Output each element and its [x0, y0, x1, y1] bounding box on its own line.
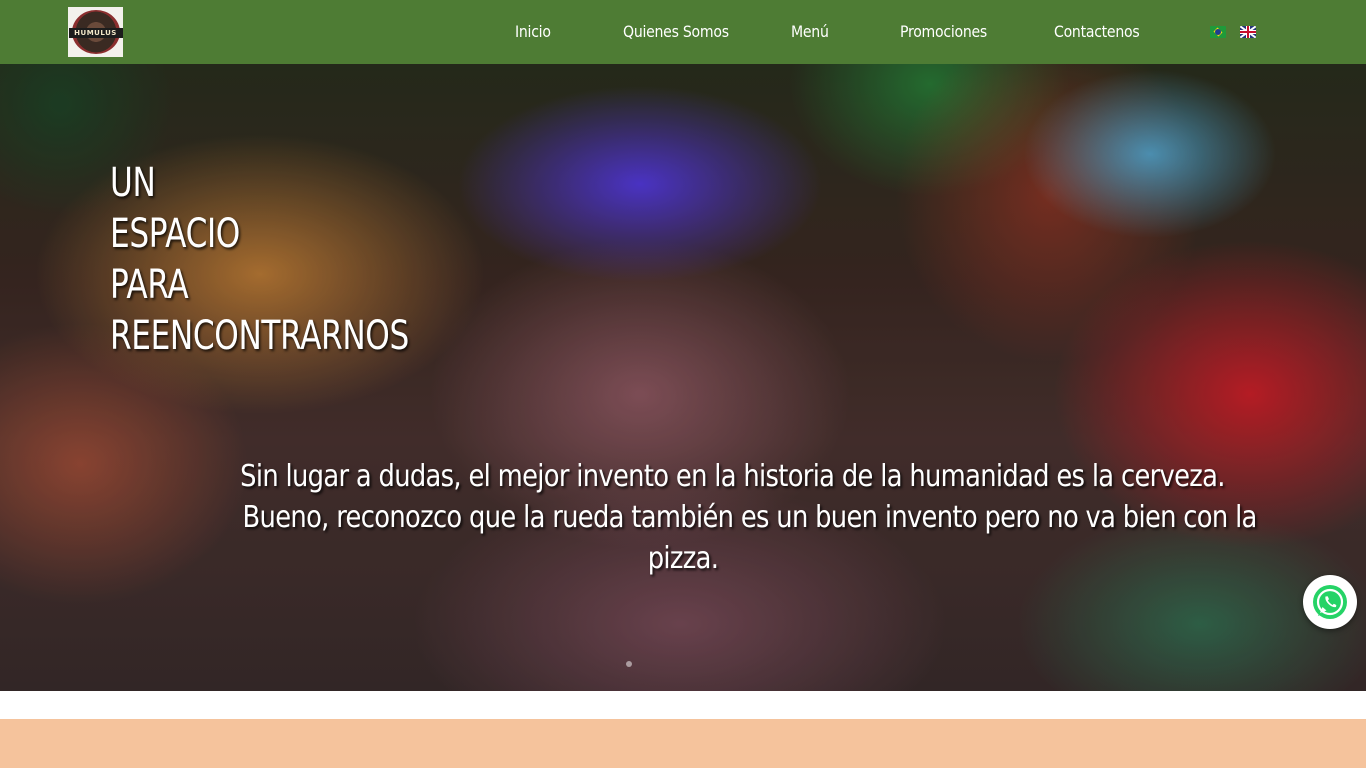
hero-heading-line: PARA	[110, 262, 189, 308]
site-header: HUMULUS Inicio Quienes Somos Menú Promoc…	[0, 0, 1366, 64]
section-spacer	[0, 691, 1366, 719]
hero-quote-line: Sin lugar a dudas, el mejor invento en l…	[240, 459, 1225, 494]
hero-quote: Sin lugar a dudas, el mejor invento en l…	[160, 456, 1257, 579]
whatsapp-button[interactable]	[1303, 575, 1357, 629]
hero-heading-line: REENCONTRARNOS	[110, 313, 409, 359]
nav-item-inicio[interactable]: Inicio	[515, 22, 551, 41]
nav-item-contactenos[interactable]: Contactenos	[1054, 22, 1140, 41]
logo-emblem-icon: HUMULUS	[68, 10, 123, 54]
hero-quote-line: pizza.	[647, 541, 719, 576]
hero-heading-line: ESPACIO	[110, 211, 240, 257]
uk-flag-icon[interactable]	[1240, 26, 1256, 38]
hero-quote-line: Bueno, reconozco que la rueda también es…	[242, 500, 1258, 535]
nav-item-promociones[interactable]: Promociones	[900, 22, 987, 41]
nav-item-quienes-somos[interactable]: Quienes Somos	[623, 22, 729, 41]
nav-item-menu[interactable]: Menú	[791, 22, 829, 41]
about-section	[0, 719, 1366, 768]
logo[interactable]: HUMULUS	[68, 7, 123, 57]
logo-text: HUMULUS	[68, 28, 123, 38]
slider-indicator[interactable]	[626, 661, 632, 667]
hero-heading-line: UN	[110, 160, 156, 206]
brazil-flag-icon[interactable]	[1210, 26, 1226, 38]
hero-banner: UN ESPACIO PARA REENCONTRARNOS Sin lugar…	[0, 64, 1366, 691]
whatsapp-icon	[1313, 585, 1347, 619]
hero-heading: UN ESPACIO PARA REENCONTRARNOS	[110, 158, 409, 362]
